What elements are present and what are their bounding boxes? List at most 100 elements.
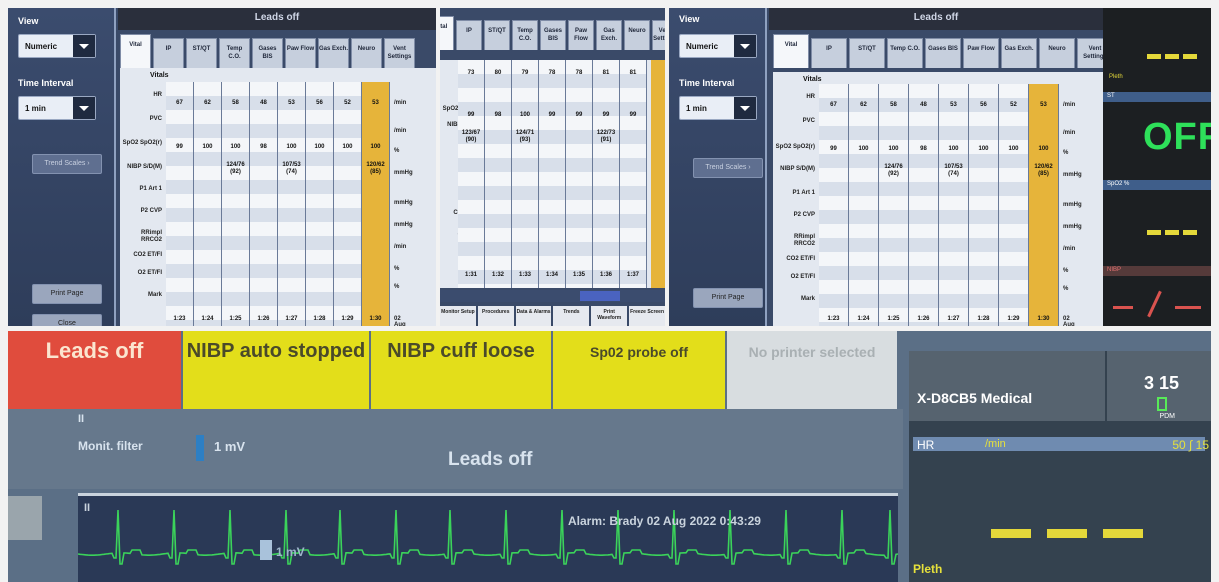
tab-gases-bis[interactable]: Gases BIS bbox=[252, 38, 283, 68]
tab-st-qt[interactable]: ST/QT bbox=[484, 20, 510, 50]
view-select[interactable]: Numeric bbox=[679, 34, 757, 58]
scroll-thumb[interactable] bbox=[580, 291, 620, 301]
trend-column[interactable]: 52 100 1:29 bbox=[334, 82, 362, 326]
alarm-spo2-probe-off[interactable]: Sp02 probe off bbox=[553, 331, 725, 409]
trend-column[interactable]: 58 100 124/76 (92) 1:25 bbox=[222, 82, 250, 326]
tab-ip[interactable]: IP bbox=[811, 38, 847, 68]
print-page-button[interactable]: Print Page bbox=[693, 288, 763, 308]
horizontal-scrollbar[interactable] bbox=[440, 290, 665, 302]
tab-neuro[interactable]: Neuro bbox=[351, 38, 382, 68]
trend-column[interactable]: 78 99 1:34 bbox=[539, 60, 566, 288]
alarm-nibp-auto-stopped[interactable]: NIBP auto stopped bbox=[183, 331, 369, 409]
row-label: P1 Art 1 bbox=[792, 190, 815, 196]
alarm-no-printer[interactable]: No printer selected bbox=[727, 331, 897, 409]
trend-column[interactable]: 62 100 1:24 bbox=[194, 82, 222, 326]
tab-neuro[interactable]: Neuro bbox=[1039, 38, 1075, 68]
footer-tab[interactable]: Monitor Setup bbox=[440, 306, 476, 326]
cell-spo2: 100 bbox=[286, 144, 297, 150]
trend-column[interactable]: 48 98 1:26 bbox=[250, 82, 278, 326]
cell-time: 1:31 bbox=[464, 272, 477, 278]
footer-tab[interactable]: Data & Alarms bbox=[515, 306, 552, 326]
unit-label: % bbox=[1063, 150, 1069, 156]
footer-tab[interactable]: Trends bbox=[553, 306, 590, 326]
trend-column[interactable]: 81 99 122/73 (91) 1:36 bbox=[593, 60, 620, 288]
hr-alarm-limits: 50 ∫ 15 bbox=[1172, 438, 1209, 452]
unit-label: mmHg bbox=[1063, 172, 1082, 178]
cell-hr: 58 bbox=[232, 100, 239, 106]
trend-column[interactable]: 53 100 120/62 (85) 1:30 bbox=[362, 82, 390, 326]
cell-nibp: 124/76 (92) bbox=[226, 162, 245, 175]
footer-tab[interactable]: Freeze Screen bbox=[629, 306, 665, 326]
tab-st-qt[interactable]: ST/QT bbox=[186, 38, 217, 68]
ecg-waveform-panel[interactable]: 1 mV bbox=[78, 493, 898, 582]
view-select[interactable]: Numeric bbox=[18, 34, 96, 58]
cell-hr: 81 bbox=[629, 70, 637, 76]
tab-vital[interactable]: Vital bbox=[773, 34, 809, 68]
tab-temp-c-o-[interactable]: Temp C.O. bbox=[887, 38, 923, 68]
scale-bar-icon bbox=[196, 435, 204, 461]
print-page-button[interactable]: Print Page bbox=[32, 284, 102, 304]
monitor-side: Pleth ST OFF SpO2 % NIBP bbox=[1103, 8, 1211, 326]
trend-column[interactable]: 80 98 1:32 bbox=[485, 60, 512, 288]
trend-column[interactable]: 62 100 1:24 bbox=[849, 84, 879, 326]
row-label: NIBP S/D(M) bbox=[780, 166, 815, 172]
close-button[interactable]: Close bbox=[32, 314, 102, 326]
trend-column[interactable]: 73 99 123/67 (90) 1:31 bbox=[458, 60, 485, 288]
unit-label: % bbox=[394, 266, 400, 272]
trend-scales-button[interactable]: Trend Scales › bbox=[693, 158, 763, 178]
tab-ip[interactable]: IP bbox=[153, 38, 184, 68]
cell-nibp: 120/62 (85) bbox=[1034, 164, 1053, 177]
tab-gases-bis[interactable]: Gases BIS bbox=[540, 20, 566, 50]
cell-hr: 67 bbox=[830, 102, 837, 108]
time-interval-select[interactable]: 1 min bbox=[18, 96, 96, 120]
tab-gas-exch-[interactable]: Gas Exch. bbox=[318, 38, 349, 68]
footer-tab[interactable]: Procedures bbox=[477, 306, 514, 326]
side-tab-button[interactable] bbox=[8, 496, 42, 540]
trend-column[interactable]: 67 99 1:23 bbox=[166, 82, 194, 326]
trend-column[interactable]: 53 100 107/53 (74) 1:27 bbox=[278, 82, 306, 326]
tab-ip[interactable]: IP bbox=[456, 20, 482, 50]
dash bbox=[1175, 306, 1201, 309]
trend-column[interactable]: 56 100 1:28 bbox=[969, 84, 999, 326]
alarm-nibp-cuff-loose[interactable]: NIBP cuff loose bbox=[371, 331, 551, 409]
trend-column[interactable]: 52 100 1:29 bbox=[999, 84, 1029, 326]
tab-vent-settings[interactable]: Vent Settings bbox=[384, 38, 415, 68]
trend-column[interactable]: 58 100 124/76 (92) 1:25 bbox=[879, 84, 909, 326]
trend-column[interactable]: 81 99 1:37 bbox=[620, 60, 647, 288]
tab-vent-settings[interactable]: Vent Settings bbox=[652, 20, 665, 50]
row-label: PVC bbox=[802, 118, 815, 124]
trend-column[interactable]: 53 100 120/62 (85) 1:30 bbox=[1029, 84, 1059, 326]
trend-column[interactable]: 67 99 1:23 bbox=[819, 84, 849, 326]
trend-column[interactable]: 53 100 107/53 (74) 1:27 bbox=[939, 84, 969, 326]
tab-paw-flow[interactable]: Paw Flow bbox=[285, 38, 316, 68]
tab-paw-flow[interactable]: Paw Flow bbox=[568, 20, 594, 50]
tab-gases-bis[interactable]: Gases BIS bbox=[925, 38, 961, 68]
tab-gas-exch-[interactable]: Gas Exch. bbox=[596, 20, 622, 50]
dash bbox=[1103, 529, 1143, 538]
tab-gas-exch-[interactable]: Gas Exch. bbox=[1001, 38, 1037, 68]
tab-vital[interactable]: Vital bbox=[440, 16, 454, 50]
row-label: CO2 ET/FI bbox=[133, 252, 162, 258]
tab-vital[interactable]: Vital bbox=[120, 34, 151, 68]
trend-column[interactable]: 48 98 1:26 bbox=[909, 84, 939, 326]
row-label: P1 Art 1 bbox=[139, 186, 162, 192]
alarm-leads-off[interactable]: Leads off bbox=[8, 331, 181, 409]
tab-temp-c-o-[interactable]: Temp C.O. bbox=[512, 20, 538, 50]
cell-hr: 56 bbox=[316, 100, 323, 106]
vitals-grid: HRPVCSpO2 SpO2(r)NIBP S/D(M)P1 Art 1P2 C… bbox=[440, 60, 665, 288]
date-label: 02 Aug bbox=[394, 316, 406, 326]
trend-column[interactable]: 56 100 1:28 bbox=[306, 82, 334, 326]
trend-column[interactable]: 79 100 124/71 (93) 1:33 bbox=[512, 60, 539, 288]
cell-hr: 53 bbox=[950, 102, 957, 108]
tab-paw-flow[interactable]: Paw Flow bbox=[963, 38, 999, 68]
tab-neuro[interactable]: Neuro bbox=[624, 20, 650, 50]
trends-panel-3: View Numeric Time Interval 1 min Trend S… bbox=[669, 8, 1211, 326]
footer-tab[interactable]: Print Waveform bbox=[591, 306, 628, 326]
tab-temp-c-o-[interactable]: Temp C.O. bbox=[219, 38, 250, 68]
cell-time: 1:28 bbox=[313, 316, 326, 322]
trend-scales-button[interactable]: Trend Scales › bbox=[32, 154, 102, 174]
tab-st-qt[interactable]: ST/QT bbox=[849, 38, 885, 68]
trend-column[interactable]: 78 99 1:35 bbox=[566, 60, 593, 288]
time-interval-select[interactable]: 1 min bbox=[679, 96, 757, 120]
dash bbox=[1183, 54, 1197, 59]
